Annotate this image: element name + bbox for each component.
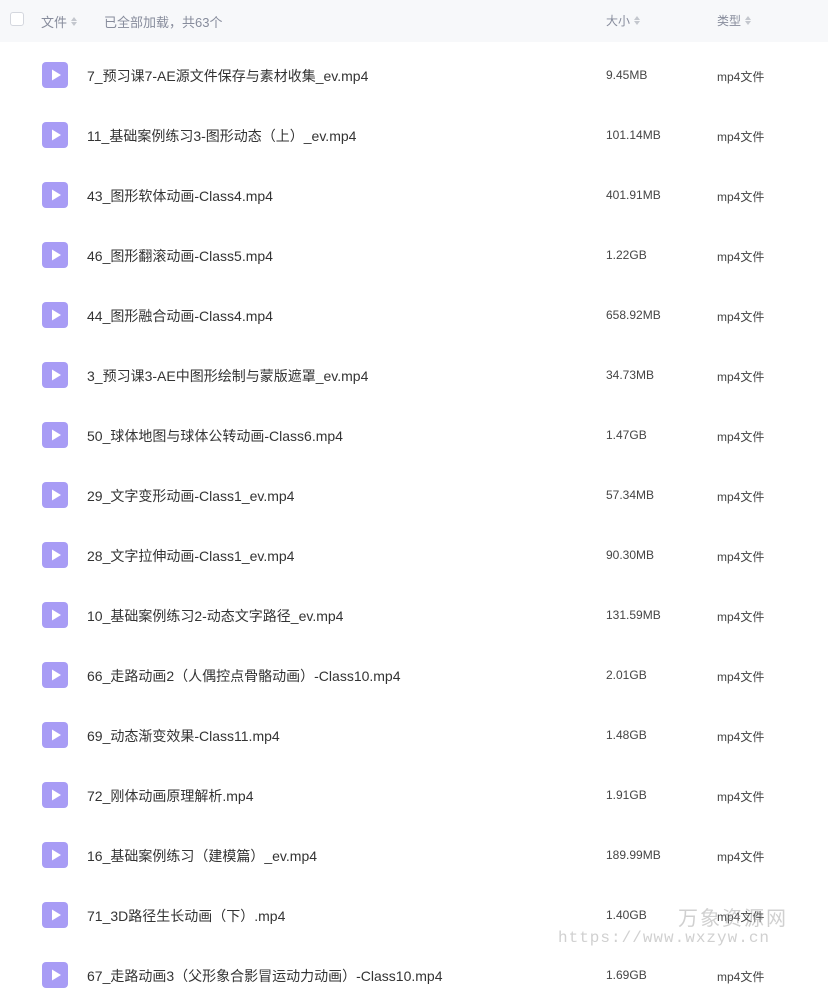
file-type: mp4文件: [717, 970, 765, 984]
file-name[interactable]: 3_预习课3-AE中图形绘制与蒙版遮罩_ev.mp4: [87, 366, 368, 386]
file-type: mp4文件: [717, 790, 765, 804]
video-file-icon: [42, 122, 68, 148]
file-size: 101.14MB: [606, 128, 661, 142]
video-file-icon: [42, 182, 68, 208]
file-row[interactable]: 11_基础案例练习3-图形动态（上）_ev.mp4 101.14MB mp4文件: [0, 105, 828, 165]
file-row[interactable]: 16_基础案例练习（建模篇）_ev.mp4 189.99MB mp4文件: [0, 825, 828, 885]
file-size: 1.91GB: [606, 788, 647, 802]
video-file-icon: [42, 302, 68, 328]
sort-arrows-icon: [71, 17, 78, 26]
video-file-icon: [42, 842, 68, 868]
column-header-name[interactable]: 文件: [41, 12, 78, 31]
file-list: 7_预习课7-AE源文件保存与素材收集_ev.mp4 9.45MB mp4文件 11_…: [0, 45, 828, 1005]
file-row[interactable]: 10_基础案例练习2-动态文字路径_ev.mp4 131.59MB mp4文件: [0, 585, 828, 645]
file-size: 1.40GB: [606, 908, 647, 922]
video-file-icon: [42, 602, 68, 628]
file-name[interactable]: 67_走路动画3（父形象合影冒运动力动画）-Class10.mp4: [87, 966, 443, 986]
file-name[interactable]: 7_预习课7-AE源文件保存与素材收集_ev.mp4: [87, 66, 368, 86]
file-row[interactable]: 67_走路动画3（父形象合影冒运动力动画）-Class10.mp4 1.69GB m…: [0, 945, 828, 1005]
file-name[interactable]: 50_球体地图与球体公转动画-Class6.mp4: [87, 426, 343, 446]
file-size: 131.59MB: [606, 608, 661, 622]
file-name[interactable]: 11_基础案例练习3-图形动态（上）_ev.mp4: [87, 126, 356, 146]
file-size: 2.01GB: [606, 668, 647, 682]
file-row[interactable]: 69_动态渐变效果-Class11.mp4 1.48GB mp4文件: [0, 705, 828, 765]
file-row[interactable]: 43_图形软体动画-Class4.mp4 401.91MB mp4文件: [0, 165, 828, 225]
file-type: mp4文件: [717, 610, 765, 624]
sort-arrows-icon: [745, 16, 752, 25]
video-file-icon: [42, 962, 68, 988]
file-type: mp4文件: [717, 430, 765, 444]
file-type: mp4文件: [717, 670, 765, 684]
watermark-name: 万象资源网: [678, 908, 788, 930]
file-type: mp4文件: [717, 70, 765, 84]
file-name[interactable]: 43_图形软体动画-Class4.mp4: [87, 186, 273, 206]
column-header-type-label: 类型: [717, 14, 742, 28]
file-row[interactable]: 66_走路动画2（人偶控点骨骼动画）-Class10.mp4 2.01GB mp4文…: [0, 645, 828, 705]
file-name[interactable]: 29_文字变形动画-Class1_ev.mp4: [87, 486, 294, 506]
file-row[interactable]: 7_预习课7-AE源文件保存与素材收集_ev.mp4 9.45MB mp4文件: [0, 45, 828, 105]
video-file-icon: [42, 782, 68, 808]
file-size: 658.92MB: [606, 308, 661, 322]
file-row[interactable]: 29_文字变形动画-Class1_ev.mp4 57.34MB mp4文件: [0, 465, 828, 525]
video-file-icon: [42, 62, 68, 88]
file-name[interactable]: 69_动态渐变效果-Class11.mp4: [87, 726, 280, 746]
file-size: 401.91MB: [606, 188, 661, 202]
video-file-icon: [42, 542, 68, 568]
file-name[interactable]: 16_基础案例练习（建模篇）_ev.mp4: [87, 846, 317, 866]
column-header-size[interactable]: 大小: [606, 12, 641, 29]
file-type: mp4文件: [717, 190, 765, 204]
file-size: 9.45MB: [606, 68, 648, 82]
file-type: mp4文件: [717, 250, 765, 264]
video-file-icon: [42, 662, 68, 688]
file-list-header: 文件 已全部加载，共63个 大小 类型: [0, 0, 828, 42]
video-file-icon: [42, 482, 68, 508]
file-type: mp4文件: [717, 490, 765, 504]
file-row[interactable]: 72_刚体动画原理解析.mp4 1.91GB mp4文件: [0, 765, 828, 825]
file-name[interactable]: 46_图形翻滚动画-Class5.mp4: [87, 246, 273, 266]
video-file-icon: [42, 362, 68, 388]
file-type: mp4文件: [717, 370, 765, 384]
load-status-text: 已全部加载，共63个: [104, 15, 223, 30]
file-name[interactable]: 71_3D路径生长动画（下）.mp4: [87, 906, 285, 926]
video-file-icon: [42, 722, 68, 748]
file-type: mp4文件: [717, 850, 765, 864]
video-file-icon: [42, 902, 68, 928]
file-size: 1.69GB: [606, 968, 647, 982]
file-type: mp4文件: [717, 730, 765, 744]
watermark-url: https://www.wxzyw.cn: [558, 929, 771, 947]
file-size: 189.99MB: [606, 848, 661, 862]
file-type: mp4文件: [717, 130, 765, 144]
file-size: 1.47GB: [606, 428, 647, 442]
file-row[interactable]: 50_球体地图与球体公转动画-Class6.mp4 1.47GB mp4文件: [0, 405, 828, 465]
file-type: mp4文件: [717, 310, 765, 324]
file-name[interactable]: 66_走路动画2（人偶控点骨骼动画）-Class10.mp4: [87, 666, 401, 686]
file-size: 1.48GB: [606, 728, 647, 742]
select-all-checkbox[interactable]: [10, 12, 24, 26]
video-file-icon: [42, 242, 68, 268]
column-header-type[interactable]: 类型: [717, 12, 752, 29]
file-row[interactable]: 3_预习课3-AE中图形绘制与蒙版遮罩_ev.mp4 34.73MB mp4文件: [0, 345, 828, 405]
video-file-icon: [42, 422, 68, 448]
file-type: mp4文件: [717, 550, 765, 564]
file-name[interactable]: 44_图形融合动画-Class4.mp4: [87, 306, 273, 326]
file-size: 90.30MB: [606, 548, 655, 562]
file-row[interactable]: 28_文字拉伸动画-Class1_ev.mp4 90.30MB mp4文件: [0, 525, 828, 585]
file-row[interactable]: 44_图形融合动画-Class4.mp4 658.92MB mp4文件: [0, 285, 828, 345]
file-size: 57.34MB: [606, 488, 655, 502]
file-name[interactable]: 10_基础案例练习2-动态文字路径_ev.mp4: [87, 606, 343, 626]
file-name[interactable]: 72_刚体动画原理解析.mp4: [87, 786, 253, 806]
file-row[interactable]: 46_图形翻滚动画-Class5.mp4 1.22GB mp4文件: [0, 225, 828, 285]
sort-arrows-icon: [634, 16, 641, 25]
file-size: 34.73MB: [606, 368, 655, 382]
file-size: 1.22GB: [606, 248, 647, 262]
column-header-size-label: 大小: [606, 14, 631, 28]
column-header-name-label: 文件: [41, 15, 68, 30]
file-name[interactable]: 28_文字拉伸动画-Class1_ev.mp4: [87, 546, 294, 566]
